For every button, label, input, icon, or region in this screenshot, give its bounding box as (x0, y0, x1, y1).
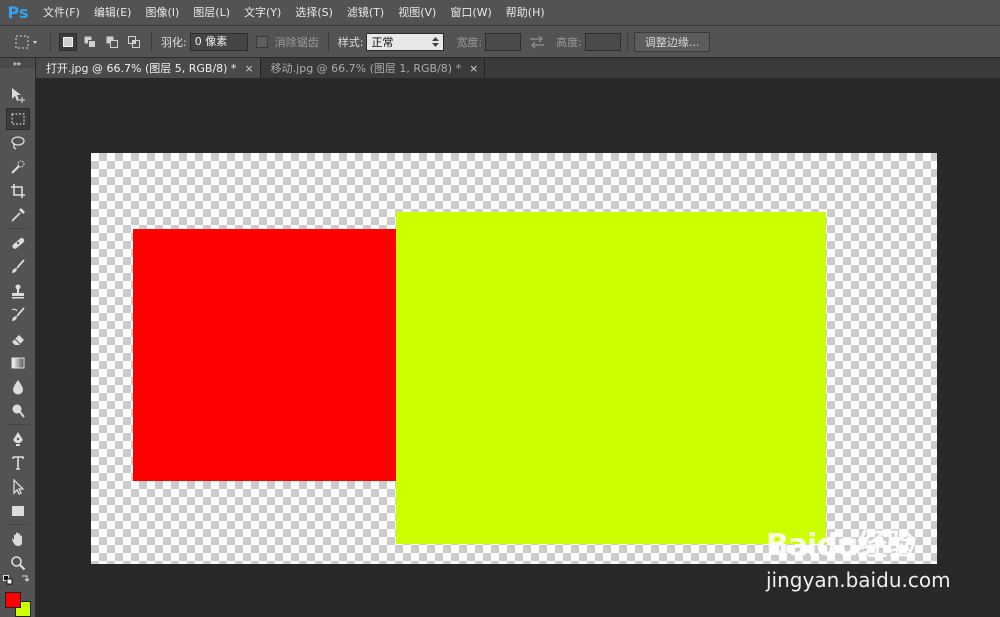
rectangle-tool-icon[interactable] (6, 500, 30, 522)
menu-bar: Ps 文件(F) 编辑(E) 图像(I) 图层(L) 文字(Y) 选择(S) 滤… (0, 0, 1000, 26)
menu-select[interactable]: 选择(S) (288, 0, 340, 26)
refine-edge-button[interactable]: 调整边缘... (633, 31, 711, 52)
add-selection-icon (84, 36, 96, 48)
tools-panel: ▸▸ (0, 58, 36, 617)
rectangular-marquee-tool-icon[interactable] (6, 108, 30, 130)
document-tab-bar: 打开.jpg @ 66.7% (图层 5, RGB/8) * × 移动.jpg … (36, 58, 1000, 78)
eyedropper-tool-icon[interactable] (6, 204, 30, 226)
swap-dimensions-icon[interactable] (527, 35, 547, 49)
height-label: 高度: (556, 35, 582, 49)
menu-edit[interactable]: 编辑(E) (87, 0, 139, 26)
options-separator (327, 31, 329, 52)
style-select-value: 正常 (371, 35, 394, 49)
menu-filter[interactable]: 滤镜(T) (340, 0, 391, 26)
antialias-checkbox[interactable] (255, 35, 268, 48)
clone-stamp-tool-icon[interactable] (6, 280, 30, 302)
lasso-tool-icon[interactable] (6, 132, 30, 154)
menu-image[interactable]: 图像(I) (138, 0, 186, 26)
new-selection-button[interactable] (59, 32, 77, 51)
intersect-selection-button[interactable] (125, 33, 143, 51)
crop-tool-icon[interactable] (6, 180, 30, 202)
move-tool-icon[interactable] (6, 84, 30, 106)
baidu-watermark: Baidu经验 jingyan.baidu.com (760, 510, 960, 600)
feather-input[interactable]: 0 像素 (189, 32, 248, 51)
feather-label: 羽化: (161, 35, 187, 49)
subtract-selection-icon (106, 36, 118, 48)
select-arrows-icon (432, 36, 440, 47)
quick-selection-tool-icon[interactable] (6, 156, 30, 178)
options-separator (151, 31, 152, 52)
tool-preset-picker[interactable] (10, 31, 44, 53)
red-rectangle[interactable] (133, 229, 399, 481)
dodge-tool-icon[interactable] (6, 400, 30, 422)
close-icon[interactable]: × (469, 62, 478, 75)
menu-window[interactable]: 窗口(W) (443, 0, 498, 26)
path-selection-tool-icon[interactable] (6, 476, 30, 498)
menu-help[interactable]: 帮助(H) (499, 0, 552, 26)
close-icon[interactable]: × (244, 62, 253, 75)
eraser-tool-icon[interactable] (6, 328, 30, 350)
foreground-color-swatch[interactable] (5, 592, 21, 608)
watermark-url: jingyan.baidu.com (766, 568, 951, 592)
menu-file[interactable]: 文件(F) (36, 0, 87, 26)
width-input[interactable] (485, 32, 522, 51)
toolbar-separator (6, 524, 30, 525)
tab-label: 打开.jpg @ 66.7% (图层 5, RGB/8) * (46, 62, 237, 75)
history-brush-tool-icon[interactable] (6, 304, 30, 326)
options-separator (50, 31, 51, 52)
gradient-tool-icon[interactable] (6, 352, 30, 374)
tab-label: 移动.jpg @ 66.7% (图层 1, RGB/8) * (270, 62, 462, 75)
style-label: 样式: (337, 35, 364, 49)
photoshop-window: Ps 文件(F) 编辑(E) 图像(I) 图层(L) 文字(Y) 选择(S) 滤… (0, 0, 1000, 617)
yellow-green-rectangle[interactable] (396, 212, 826, 544)
toolbar-separator (6, 228, 30, 229)
spot-healing-brush-tool-icon[interactable] (6, 232, 30, 254)
add-to-selection-button[interactable] (81, 33, 99, 51)
hand-tool-icon[interactable] (6, 528, 30, 550)
blur-tool-icon[interactable] (6, 376, 30, 398)
subtract-from-selection-button[interactable] (103, 33, 121, 51)
zoom-tool-icon[interactable] (6, 552, 30, 574)
options-bar: 羽化: 0 像素 消除锯齿 样式: 正常 宽度: 高度: 调整边缘... (0, 26, 1000, 58)
menu-layer[interactable]: 图层(L) (186, 0, 237, 26)
ps-logo: Ps (7, 3, 29, 22)
default-colors-icon[interactable] (3, 575, 13, 585)
marquee-preset-icon (15, 35, 37, 48)
style-select[interactable]: 正常 (366, 32, 445, 51)
width-label: 宽度: (456, 35, 483, 49)
antialias-label: 消除锯齿 (274, 35, 319, 49)
tab-move-jpg[interactable]: 移动.jpg @ 66.7% (图层 1, RGB/8) * × (260, 58, 486, 78)
tab-open-jpg[interactable]: 打开.jpg @ 66.7% (图层 5, RGB/8) * × (36, 58, 261, 78)
swap-colors-icon[interactable] (20, 574, 30, 584)
type-tool-icon[interactable] (6, 452, 30, 474)
options-separator (626, 31, 628, 52)
menu-view[interactable]: 视图(V) (391, 0, 443, 26)
pen-tool-icon[interactable] (6, 428, 30, 450)
height-input[interactable] (584, 32, 621, 51)
brush-tool-icon[interactable] (6, 256, 30, 278)
toolbar-separator (6, 424, 30, 425)
intersect-selection-icon (128, 35, 140, 48)
new-selection-icon (63, 36, 73, 47)
menu-type[interactable]: 文字(Y) (237, 0, 288, 26)
baidu-jingyan-logo: Baidu经验 (766, 528, 916, 563)
document-canvas[interactable] (91, 153, 937, 564)
panel-collapse-grip[interactable]: ▸▸ (0, 58, 35, 68)
